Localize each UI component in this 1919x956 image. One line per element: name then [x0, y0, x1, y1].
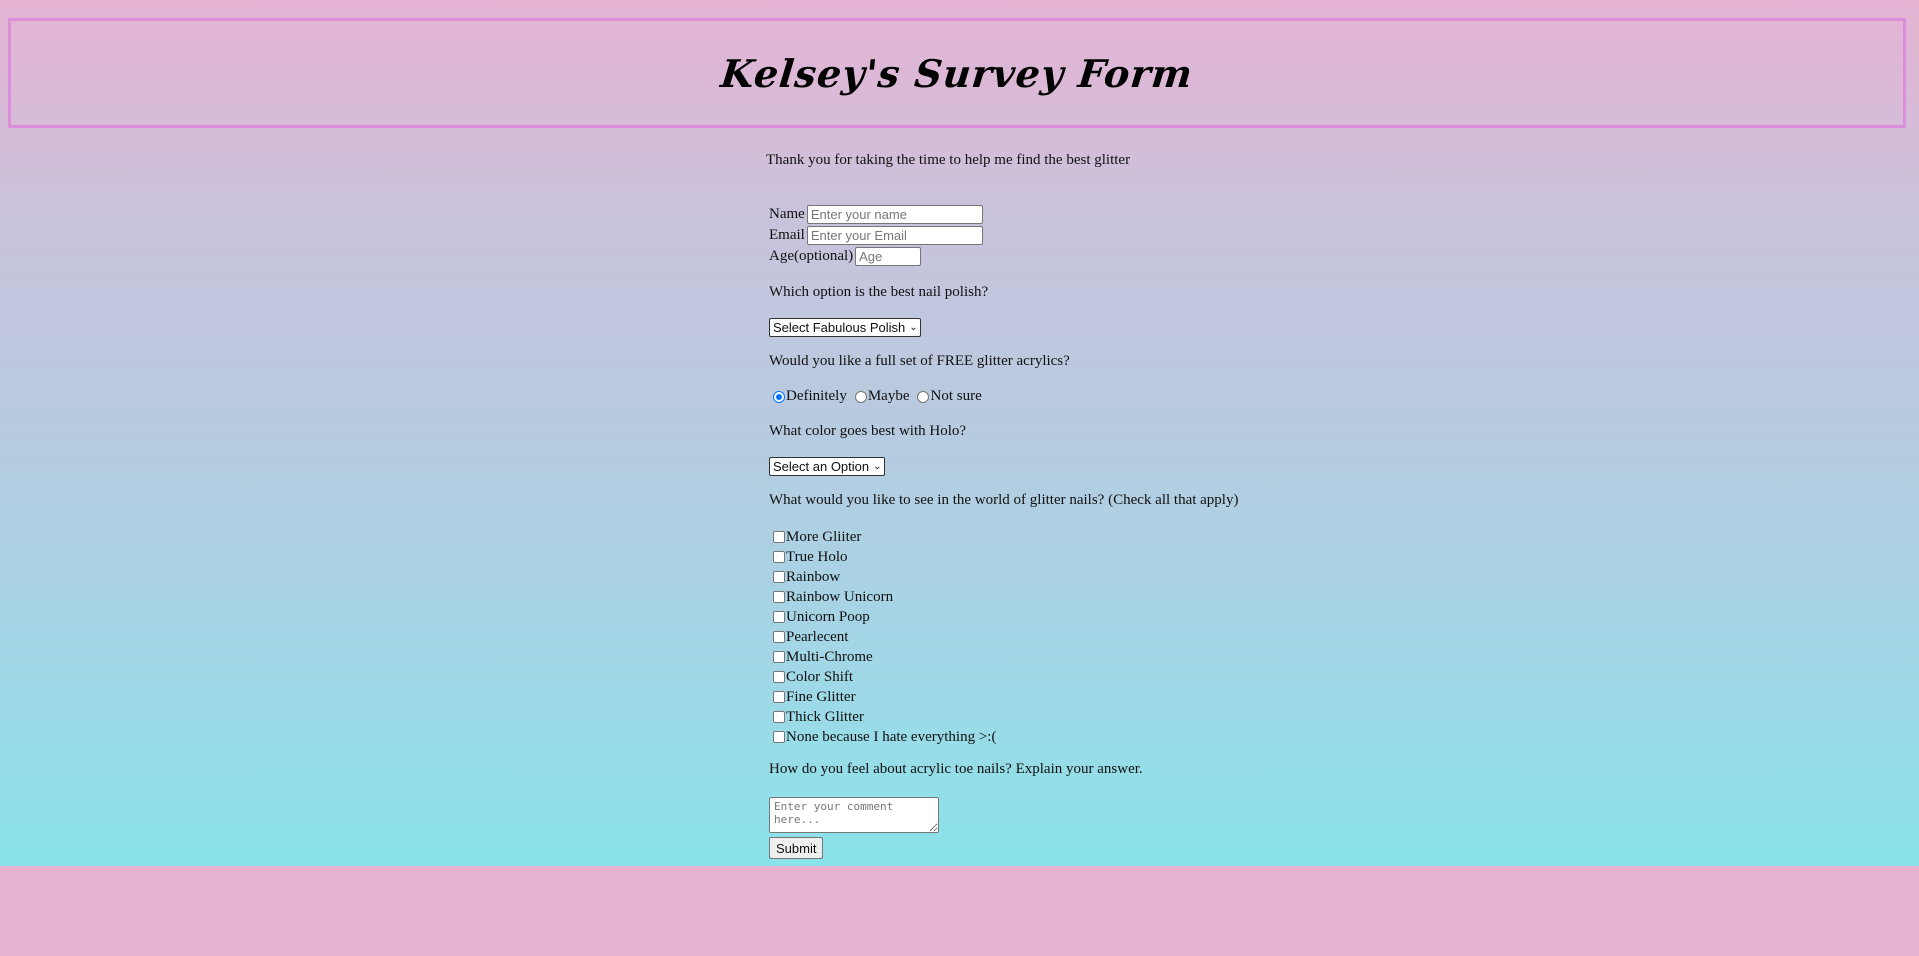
submit-button[interactable]: Submit	[769, 837, 824, 859]
name-input[interactable]	[806, 205, 983, 224]
checkbox-rainbow-unicorn[interactable]	[773, 591, 785, 603]
polish-question: Which option is the best nail polish?	[769, 284, 989, 300]
world-question: What would you like to see in the world …	[769, 492, 1239, 508]
checkbox-label: Color Shift	[786, 668, 854, 685]
radio-label-not-sure: Not sure	[930, 388, 982, 404]
checkbox-item: Thick Glitter	[773, 707, 996, 727]
checkbox-item: Unicorn Poop	[773, 607, 996, 627]
radio-definitely[interactable]	[773, 390, 785, 403]
checkbox-true-holo[interactable]	[773, 551, 785, 563]
checkbox-thick-glitter[interactable]	[773, 711, 785, 723]
radio-not-sure[interactable]	[917, 390, 930, 403]
chevron-down-icon: ⌄	[909, 322, 918, 333]
checkbox-item: Color Shift	[773, 667, 996, 687]
age-input[interactable]	[855, 247, 922, 266]
checkbox-pearlecent[interactable]	[773, 631, 785, 643]
polish-select[interactable]: Select Fabulous Polish ⌄	[769, 318, 921, 337]
radio-label-definitely: Definitely	[786, 388, 847, 404]
checkbox-label: Thick Glitter	[786, 708, 864, 725]
checkbox-item: Fine Glitter	[773, 687, 996, 707]
age-label: Age(optional)	[769, 248, 854, 264]
checkbox-color-shift[interactable]	[773, 671, 785, 683]
header-banner: Kelsey's Survey Form	[8, 18, 1906, 128]
checkbox-label: None because I hate everything >:(	[786, 728, 997, 745]
checkbox-item: Rainbow	[773, 567, 996, 587]
checkbox-label: True Holo	[786, 548, 848, 565]
page-title: Kelsey's Survey Form	[718, 51, 1196, 96]
name-label: Name	[769, 206, 805, 222]
age-row: Age(optional)	[769, 247, 922, 266]
checkbox-rainbow[interactable]	[773, 571, 785, 583]
toe-question: How do you feel about acrylic toe nails?…	[769, 761, 1143, 777]
holo-select[interactable]: Select an Option ⌄	[769, 457, 885, 476]
chevron-down-icon: ⌄	[873, 461, 882, 472]
comment-textarea[interactable]	[769, 797, 939, 833]
checkbox-item: None because I hate everything >:(	[773, 727, 996, 747]
acrylics-radio-group: Definitely Maybe Not sure	[773, 388, 990, 405]
email-input[interactable]	[806, 226, 983, 245]
name-row: Name	[769, 205, 983, 224]
checkbox-label: Fine Glitter	[786, 688, 856, 705]
checkbox-label: More Gliiter	[786, 528, 862, 545]
checkbox-item: More Gliiter	[773, 527, 996, 547]
world-checkbox-list: More Gliiter True Holo Rainbow Rainbow U…	[773, 527, 996, 747]
holo-question: What color goes best with Holo?	[769, 423, 967, 439]
checkbox-label: Pearlecent	[786, 628, 849, 645]
checkbox-label: Multi-Chrome	[786, 648, 873, 665]
checkbox-item: Multi-Chrome	[773, 647, 996, 667]
checkbox-none[interactable]	[773, 731, 785, 743]
acrylics-question: Would you like a full set of FREE glitte…	[769, 353, 1070, 369]
email-label: Email	[769, 227, 805, 243]
email-row: Email	[769, 226, 983, 245]
radio-label-maybe: Maybe	[867, 388, 910, 404]
checkbox-label: Rainbow Unicorn	[786, 588, 894, 605]
checkbox-more-glitter[interactable]	[773, 531, 785, 543]
checkbox-item: Pearlecent	[773, 627, 996, 647]
radio-maybe[interactable]	[854, 390, 867, 403]
checkbox-item: True Holo	[773, 547, 996, 567]
checkbox-item: Rainbow Unicorn	[773, 587, 996, 607]
checkbox-label: Rainbow	[786, 568, 841, 585]
intro-text: Thank you for taking the time to help me…	[766, 152, 1131, 168]
checkbox-unicorn-poop[interactable]	[773, 611, 785, 623]
polish-select-value: Select Fabulous Polish	[773, 320, 906, 335]
checkbox-label: Unicorn Poop	[786, 608, 870, 625]
checkbox-fine-glitter[interactable]	[773, 691, 785, 703]
holo-select-value: Select an Option	[773, 459, 870, 474]
checkbox-multi-chrome[interactable]	[773, 651, 785, 663]
